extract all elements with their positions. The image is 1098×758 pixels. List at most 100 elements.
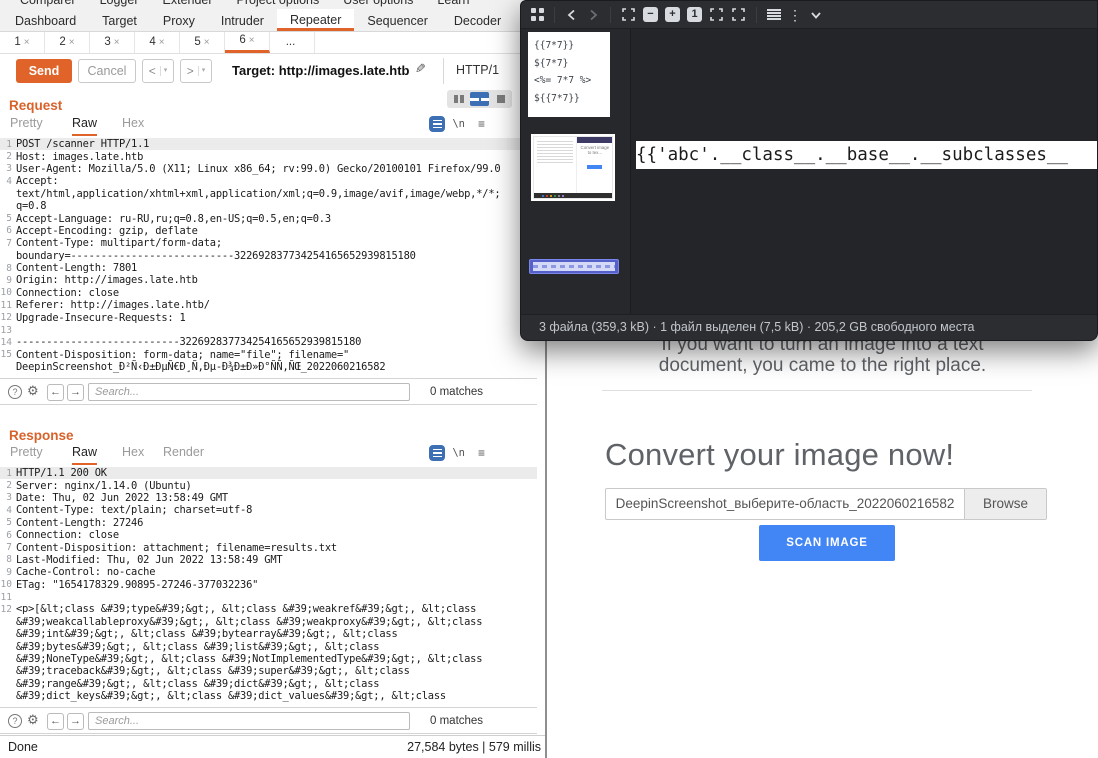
screenshot-file-thumbnail[interactable]: Convert image to tex...: [531, 134, 615, 201]
code-line: 2 Host: images.late.htb: [0, 150, 537, 162]
burp-main-tab[interactable]: Intruder: [208, 10, 277, 31]
repeater-tab[interactable]: 3×: [90, 32, 135, 53]
send-button[interactable]: Send: [16, 59, 72, 83]
tab-render[interactable]: Render: [163, 445, 204, 463]
tab-hex[interactable]: Hex: [122, 116, 144, 134]
burp-top-tab[interactable]: Learn: [437, 0, 469, 8]
divider: [554, 7, 555, 23]
menu-icon[interactable]: ≡: [478, 446, 485, 460]
cancel-button[interactable]: Cancel: [78, 59, 136, 83]
apps-grid-icon[interactable]: [531, 8, 544, 21]
repeater-tab[interactable]: 6×: [225, 32, 270, 53]
fit-window-icon[interactable]: [621, 7, 636, 22]
close-tab-icon[interactable]: ×: [159, 37, 165, 48]
text-file-thumbnail[interactable]: {{7*7}}${7*7}<%= 7*7 %>${{7*7}}: [528, 32, 610, 117]
fit-width-icon[interactable]: [709, 7, 724, 22]
repeater-tab[interactable]: 2×: [45, 32, 90, 53]
help-icon[interactable]: ?: [8, 714, 22, 728]
next-match-icon[interactable]: →: [67, 713, 84, 730]
close-tab-icon[interactable]: ×: [69, 37, 75, 48]
file-manager-status-bar: 3 файла (359,3 kB) · 1 файл выделен (7,5…: [521, 314, 1097, 340]
search-input[interactable]: [88, 712, 410, 730]
kebab-menu-icon[interactable]: ⋮: [788, 8, 802, 22]
selected-file-thumbnail[interactable]: [529, 259, 619, 274]
close-tab-icon[interactable]: ×: [249, 35, 255, 46]
divider: [602, 390, 1032, 391]
settings-icon[interactable]: ⚙: [27, 383, 39, 399]
chevron-down-icon[interactable]: ▾: [198, 66, 206, 76]
edit-pencil-icon[interactable]: ✎: [415, 61, 426, 77]
burp-overflow-tab-row: Comparer Logger Extender Project options Use…: [0, 0, 545, 8]
zoom-original-icon[interactable]: 1: [687, 7, 702, 22]
request-search-bar: ? ⚙ ← → 0 matches: [0, 378, 537, 405]
close-tab-icon[interactable]: ×: [24, 37, 30, 48]
burp-main-tab[interactable]: Proxy: [150, 10, 208, 31]
burp-top-tab[interactable]: Extender: [163, 0, 213, 8]
layout-rows-button[interactable]: [470, 92, 489, 106]
burp-main-tab[interactable]: Sequencer: [354, 10, 440, 31]
close-tab-icon[interactable]: ×: [204, 37, 210, 48]
next-match-icon[interactable]: →: [67, 384, 84, 401]
zoom-out-icon[interactable]: −: [643, 7, 658, 22]
layout-single-button[interactable]: [491, 92, 510, 106]
mini-button: [587, 165, 602, 169]
burp-main-tab[interactable]: Repeater: [277, 9, 354, 31]
pretty-print-icon[interactable]: [429, 445, 445, 461]
response-editor[interactable]: 1 HTTP/1.1 200 OK 2 Server: nginx/1.14.0…: [0, 467, 537, 706]
tab-raw[interactable]: Raw: [72, 445, 97, 465]
repeater-tab[interactable]: 4×: [135, 32, 180, 53]
newline-icon[interactable]: \n: [452, 447, 465, 459]
layout-columns-button[interactable]: [449, 92, 468, 106]
newline-icon[interactable]: \n: [452, 118, 465, 130]
burp-top-tab[interactable]: Comparer: [20, 0, 76, 8]
tab-pretty[interactable]: Pretty: [10, 445, 43, 463]
burp-main-tab[interactable]: Decoder: [441, 10, 514, 31]
settings-icon[interactable]: ⚙: [27, 712, 39, 728]
prev-request-button[interactable]: <▾: [142, 59, 174, 83]
chevron-down-icon[interactable]: [809, 8, 823, 22]
repeater-tab[interactable]: 1×: [0, 32, 45, 53]
prev-match-icon[interactable]: ←: [47, 384, 64, 401]
burp-top-tab[interactable]: Logger: [100, 0, 139, 8]
scan-image-button[interactable]: SCAN IMAGE: [759, 525, 895, 561]
burp-main-tab[interactable]: Target: [89, 10, 150, 31]
repeater-tab[interactable]: 5×: [180, 32, 225, 53]
fit-height-icon[interactable]: [731, 7, 746, 22]
browse-button[interactable]: Browse: [964, 489, 1046, 519]
burp-main-tab[interactable]: Dashboard: [2, 10, 89, 31]
burp-top-tab[interactable]: Project options: [237, 0, 320, 8]
menu-icon[interactable]: ≡: [478, 117, 485, 131]
close-tab-icon[interactable]: ×: [114, 37, 120, 48]
file-manager-window: − + 1 ⋮ {{7*7}}${7*7}<%= 7*7 %>${{7*7}}: [520, 0, 1098, 341]
repeater-tab[interactable]: ...: [270, 32, 315, 53]
divider: [443, 58, 444, 84]
layout-toggle-group: [447, 90, 512, 108]
image-preview-strip[interactable]: {{'abc'.__class__.__base__.__subclasses_…: [636, 141, 1097, 169]
next-request-button[interactable]: >▾: [180, 59, 212, 83]
chevron-down-icon[interactable]: ▾: [160, 66, 168, 76]
tab-raw[interactable]: Raw: [72, 116, 97, 136]
code-line: 10 ETag: "1654178329.90895-27246-3770322…: [0, 579, 537, 591]
code-line: 5 Content-Length: 27246: [0, 517, 537, 529]
search-input[interactable]: [88, 383, 410, 401]
code-line: 7 Content-Disposition: attachment; filen…: [0, 541, 537, 553]
code-line: &#39;NoneType&#39;&gt;, &lt;class &#39;N…: [0, 653, 537, 665]
zoom-in-icon[interactable]: +: [665, 7, 680, 22]
http-version-selector[interactable]: HTTP/1: [456, 63, 499, 77]
code-line: 4 Content-Type: text/plain; charset=utf-…: [0, 504, 537, 516]
code-line: &#39;bytes&#39;&gt;, &lt;class &#39;list…: [0, 640, 537, 652]
mini-caption: Convert image to tex...: [578, 145, 611, 155]
pretty-print-icon[interactable]: [429, 116, 445, 132]
tab-hex[interactable]: Hex: [122, 445, 144, 463]
forward-icon[interactable]: [586, 8, 600, 22]
request-editor[interactable]: 1 POST /scanner HTTP/1.1 2 Host: images.…: [0, 138, 537, 378]
request-view-tabs: Pretty Raw Hex \n ≡: [0, 116, 545, 138]
file-input[interactable]: DeepinScreenshot_выберите-область_202206…: [605, 488, 1047, 520]
mini-taskbar: [534, 193, 612, 198]
list-view-icon[interactable]: [767, 9, 781, 21]
tab-pretty[interactable]: Pretty: [10, 116, 43, 134]
back-icon[interactable]: [565, 8, 579, 22]
burp-top-tab[interactable]: User options: [343, 0, 413, 8]
help-icon[interactable]: ?: [8, 385, 22, 399]
prev-match-icon[interactable]: ←: [47, 713, 64, 730]
